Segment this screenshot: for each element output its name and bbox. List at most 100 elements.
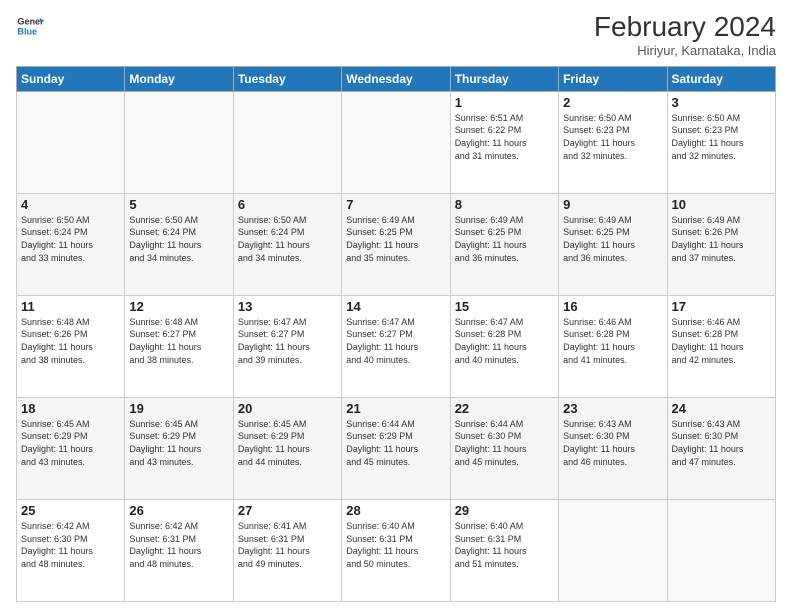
table-row: 2 Sunrise: 6:50 AMSunset: 6:23 PMDaylight…	[559, 91, 667, 193]
day-number: 2	[563, 95, 662, 110]
table-row: 1 Sunrise: 6:51 AMSunset: 6:22 PMDaylight…	[450, 91, 558, 193]
svg-text:Blue: Blue	[17, 26, 37, 36]
table-row: 7 Sunrise: 6:49 AMSunset: 6:25 PMDaylight…	[342, 193, 450, 295]
day-number: 28	[346, 503, 445, 518]
calendar-week-row: 18 Sunrise: 6:45 AMSunset: 6:29 PMDayligh…	[17, 397, 776, 499]
day-number: 3	[672, 95, 771, 110]
table-row: 21Sunrise: 6:44 AMSunset: 6:29 PMDayligh…	[342, 397, 450, 499]
day-number: 19	[129, 401, 228, 416]
day-number: 25	[21, 503, 120, 518]
header-saturday: Saturday	[667, 66, 775, 91]
table-row: 23 Sunrise: 6:43 AMSunset: 6:30 PMDayligh…	[559, 397, 667, 499]
day-info: Sunrise: 6:43 AMSunset: 6:30 PMDaylight:…	[563, 418, 662, 468]
day-info: Sunrise: 6:47 AMSunset: 6:28 PMDaylight:…	[455, 316, 554, 366]
table-row	[17, 91, 125, 193]
logo-icon: General Blue	[16, 12, 44, 40]
day-info: Sunrise: 6:50 AMSunset: 6:24 PMDaylight:…	[21, 214, 120, 264]
title-block: February 2024 Hiriyur, Karnataka, India	[594, 12, 776, 58]
table-row: 25Sunrise: 6:42 AMSunset: 6:30 PMDayligh…	[17, 499, 125, 601]
day-number: 17	[672, 299, 771, 314]
day-number: 10	[672, 197, 771, 212]
day-number: 16	[563, 299, 662, 314]
day-number: 26	[129, 503, 228, 518]
day-info: Sunrise: 6:50 AMSunset: 6:24 PMDaylight:…	[238, 214, 337, 264]
day-number: 29	[455, 503, 554, 518]
calendar-header-row: Sunday Monday Tuesday Wednesday Thursday…	[17, 66, 776, 91]
table-row: 11Sunrise: 6:48 AMSunset: 6:26 PMDayligh…	[17, 295, 125, 397]
day-info: Sunrise: 6:50 AMSunset: 6:23 PMDaylight:…	[563, 112, 662, 162]
day-info: Sunrise: 6:44 AMSunset: 6:29 PMDaylight:…	[346, 418, 445, 468]
calendar-week-row: 1 Sunrise: 6:51 AMSunset: 6:22 PMDaylight…	[17, 91, 776, 193]
day-number: 5	[129, 197, 228, 212]
page-title: February 2024	[594, 12, 776, 43]
day-number: 7	[346, 197, 445, 212]
day-number: 18	[21, 401, 120, 416]
day-number: 15	[455, 299, 554, 314]
table-row: 8Sunrise: 6:49 AMSunset: 6:25 PMDaylight…	[450, 193, 558, 295]
table-row: 24 Sunrise: 6:43 AMSunset: 6:30 PMDayligh…	[667, 397, 775, 499]
day-info: Sunrise: 6:48 AMSunset: 6:27 PMDaylight:…	[129, 316, 228, 366]
day-number: 9	[563, 197, 662, 212]
day-number: 1	[455, 95, 554, 110]
table-row: 14 Sunrise: 6:47 AMSunset: 6:27 PMDayligh…	[342, 295, 450, 397]
day-info: Sunrise: 6:46 AMSunset: 6:28 PMDaylight:…	[672, 316, 771, 366]
table-row	[559, 499, 667, 601]
table-row: 3 Sunrise: 6:50 AMSunset: 6:23 PMDaylight…	[667, 91, 775, 193]
calendar-week-row: 4 Sunrise: 6:50 AMSunset: 6:24 PMDaylight…	[17, 193, 776, 295]
table-row	[233, 91, 341, 193]
table-row: 4 Sunrise: 6:50 AMSunset: 6:24 PMDaylight…	[17, 193, 125, 295]
day-info: Sunrise: 6:47 AMSunset: 6:27 PMDaylight:…	[238, 316, 337, 366]
day-number: 12	[129, 299, 228, 314]
day-info: Sunrise: 6:42 AMSunset: 6:31 PMDaylight:…	[129, 520, 228, 570]
calendar-week-row: 11Sunrise: 6:48 AMSunset: 6:26 PMDayligh…	[17, 295, 776, 397]
day-info: Sunrise: 6:41 AMSunset: 6:31 PMDaylight:…	[238, 520, 337, 570]
table-row: 17 Sunrise: 6:46 AMSunset: 6:28 PMDayligh…	[667, 295, 775, 397]
table-row	[342, 91, 450, 193]
header-friday: Friday	[559, 66, 667, 91]
day-info: Sunrise: 6:49 AMSunset: 6:25 PMDaylight:…	[455, 214, 554, 264]
table-row	[125, 91, 233, 193]
table-row: 6 Sunrise: 6:50 AMSunset: 6:24 PMDaylight…	[233, 193, 341, 295]
table-row: 22Sunrise: 6:44 AMSunset: 6:30 PMDayligh…	[450, 397, 558, 499]
day-info: Sunrise: 6:50 AMSunset: 6:23 PMDaylight:…	[672, 112, 771, 162]
header-monday: Monday	[125, 66, 233, 91]
day-info: Sunrise: 6:50 AMSunset: 6:24 PMDaylight:…	[129, 214, 228, 264]
table-row: 9 Sunrise: 6:49 AMSunset: 6:25 PMDaylight…	[559, 193, 667, 295]
day-info: Sunrise: 6:49 AMSunset: 6:26 PMDaylight:…	[672, 214, 771, 264]
day-number: 4	[21, 197, 120, 212]
day-number: 6	[238, 197, 337, 212]
day-info: Sunrise: 6:45 AMSunset: 6:29 PMDaylight:…	[238, 418, 337, 468]
day-info: Sunrise: 6:45 AMSunset: 6:29 PMDaylight:…	[129, 418, 228, 468]
table-row: 29Sunrise: 6:40 AMSunset: 6:31 PMDayligh…	[450, 499, 558, 601]
day-info: Sunrise: 6:47 AMSunset: 6:27 PMDaylight:…	[346, 316, 445, 366]
day-number: 20	[238, 401, 337, 416]
day-number: 13	[238, 299, 337, 314]
table-row: 20 Sunrise: 6:45 AMSunset: 6:29 PMDayligh…	[233, 397, 341, 499]
page-subtitle: Hiriyur, Karnataka, India	[594, 43, 776, 58]
day-info: Sunrise: 6:49 AMSunset: 6:25 PMDaylight:…	[346, 214, 445, 264]
table-row: 10 Sunrise: 6:49 AMSunset: 6:26 PMDayligh…	[667, 193, 775, 295]
day-info: Sunrise: 6:46 AMSunset: 6:28 PMDaylight:…	[563, 316, 662, 366]
day-number: 27	[238, 503, 337, 518]
table-row: 5 Sunrise: 6:50 AMSunset: 6:24 PMDaylight…	[125, 193, 233, 295]
header-wednesday: Wednesday	[342, 66, 450, 91]
day-number: 14	[346, 299, 445, 314]
header-tuesday: Tuesday	[233, 66, 341, 91]
header: General Blue February 2024 Hiriyur, Karn…	[16, 12, 776, 58]
table-row	[667, 499, 775, 601]
table-row: 27 Sunrise: 6:41 AMSunset: 6:31 PMDayligh…	[233, 499, 341, 601]
day-info: Sunrise: 6:51 AMSunset: 6:22 PMDaylight:…	[455, 112, 554, 162]
day-number: 22	[455, 401, 554, 416]
day-info: Sunrise: 6:43 AMSunset: 6:30 PMDaylight:…	[672, 418, 771, 468]
day-number: 24	[672, 401, 771, 416]
table-row: 15 Sunrise: 6:47 AMSunset: 6:28 PMDayligh…	[450, 295, 558, 397]
day-info: Sunrise: 6:49 AMSunset: 6:25 PMDaylight:…	[563, 214, 662, 264]
table-row: 28Sunrise: 6:40 AMSunset: 6:31 PMDayligh…	[342, 499, 450, 601]
header-thursday: Thursday	[450, 66, 558, 91]
table-row: 18 Sunrise: 6:45 AMSunset: 6:29 PMDayligh…	[17, 397, 125, 499]
day-number: 23	[563, 401, 662, 416]
table-row: 26 Sunrise: 6:42 AMSunset: 6:31 PMDayligh…	[125, 499, 233, 601]
table-row: 19 Sunrise: 6:45 AMSunset: 6:29 PMDayligh…	[125, 397, 233, 499]
table-row: 12 Sunrise: 6:48 AMSunset: 6:27 PMDayligh…	[125, 295, 233, 397]
day-info: Sunrise: 6:45 AMSunset: 6:29 PMDaylight:…	[21, 418, 120, 468]
